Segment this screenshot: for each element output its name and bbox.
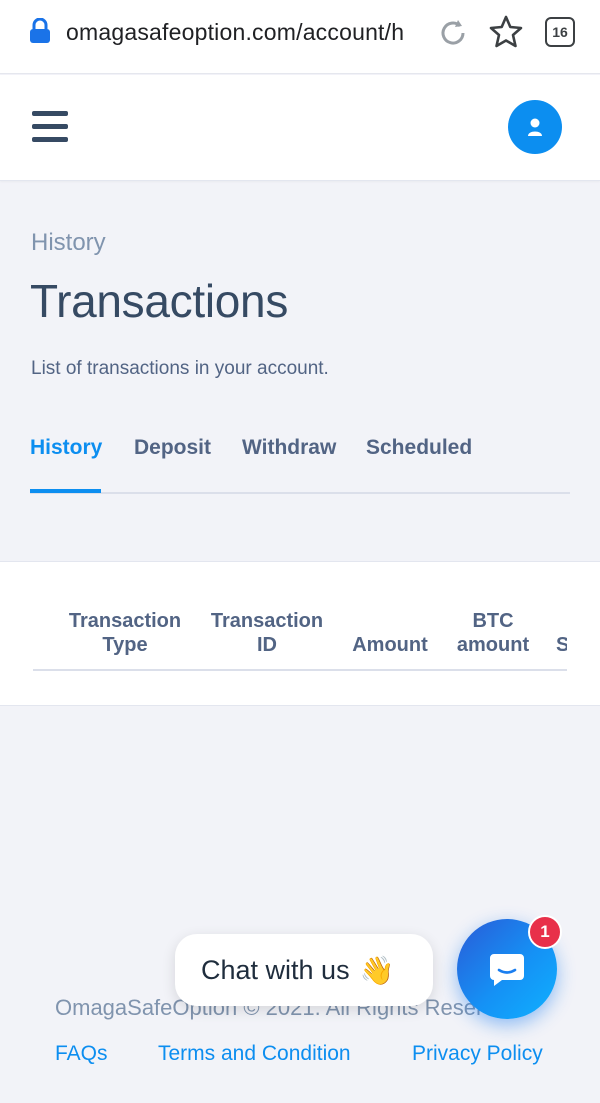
chat-prompt-text: Chat with us <box>201 954 350 985</box>
user-avatar-button[interactable] <box>508 100 562 154</box>
column-header-transaction-type: Transaction Type <box>68 610 182 656</box>
app-header <box>0 75 600 181</box>
table-header-divider <box>33 669 567 671</box>
tab-scheduled[interactable]: Scheduled <box>366 436 472 460</box>
star-icon[interactable] <box>488 14 524 50</box>
column-header-btc-amount: BTC amount <box>456 610 530 656</box>
browser-address-bar: omagasafeoption.com/account/h 16 <box>0 0 600 74</box>
tab-deposit[interactable]: Deposit <box>134 436 211 460</box>
breadcrumb: History <box>31 229 106 256</box>
page-title: Transactions <box>30 275 289 327</box>
url-text[interactable]: omagasafeoption.com/account/h <box>66 19 421 46</box>
column-header-amount: Amount <box>352 634 428 656</box>
active-tab-indicator <box>30 489 101 493</box>
lock-icon <box>30 18 50 43</box>
tab-count-button[interactable]: 16 <box>545 17 575 47</box>
column-header-status: S <box>556 634 567 656</box>
footer-link-privacy[interactable]: Privacy Policy <box>412 1042 543 1066</box>
transactions-table[interactable]: Transaction Type Transaction ID Amount B… <box>0 561 600 706</box>
chat-icon <box>490 954 524 986</box>
transaction-tabs: History Deposit Withdraw Scheduled <box>30 420 570 494</box>
page-subtitle: List of transactions in your account. <box>31 358 329 379</box>
footer-link-faqs[interactable]: FAQs <box>55 1042 108 1066</box>
chat-unread-badge: 1 <box>528 915 562 949</box>
footer-link-terms[interactable]: Terms and Condition <box>158 1042 351 1066</box>
reload-icon[interactable] <box>436 16 470 50</box>
column-header-transaction-id: Transaction ID <box>210 610 324 656</box>
user-icon <box>528 118 542 136</box>
tab-withdraw[interactable]: Withdraw <box>242 436 336 460</box>
hamburger-menu-icon[interactable] <box>32 111 68 143</box>
waving-hand-icon: 👋 <box>359 954 395 986</box>
tab-history[interactable]: History <box>30 436 102 460</box>
chat-prompt-bubble[interactable]: Chat with us 👋 <box>175 934 433 1006</box>
